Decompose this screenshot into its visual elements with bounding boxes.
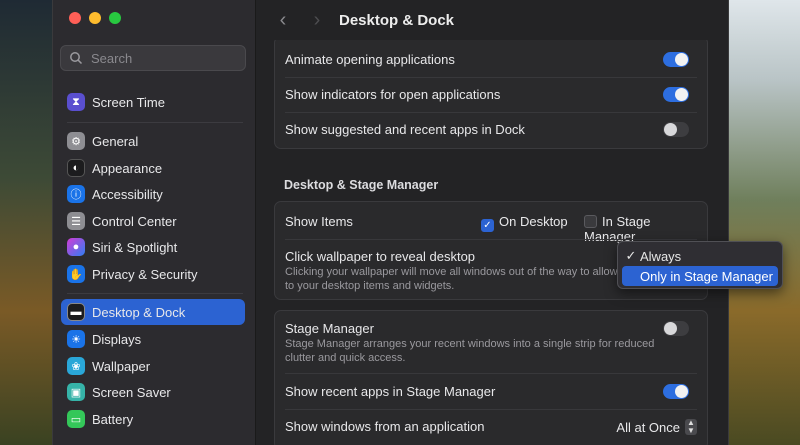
show-windows-popup[interactable]: All at Once ▲ ▼	[616, 419, 697, 435]
minimize-button[interactable]	[89, 12, 101, 24]
sidebar-divider	[67, 293, 243, 294]
on-desktop-label: On Desktop	[499, 214, 568, 229]
section-title: Desktop & Stage Manager	[284, 178, 439, 192]
sidebar-item-label: Appearance	[92, 160, 163, 176]
battery-icon: ▭	[67, 410, 85, 428]
hand-icon: ✋	[67, 265, 85, 283]
sidebar-item-screen-saver[interactable]: ▣ Screen Saver	[61, 379, 245, 405]
click-wallpaper-description: Clicking your wallpaper will move all wi…	[285, 266, 655, 292]
updown-chevron-icon: ▲ ▼	[685, 419, 697, 435]
search-icon	[70, 52, 83, 65]
accessibility-icon: ⓘ	[67, 185, 85, 203]
sidebar-item-label: Battery	[92, 411, 134, 427]
back-chevron-icon[interactable]: ‹	[271, 9, 295, 32]
show-suggested-label: Show suggested and recent apps in Dock	[285, 122, 525, 137]
desktop-wallpaper-right	[727, 0, 800, 445]
gear-icon: ⚙	[67, 132, 85, 150]
sidebar-item-label: Privacy & Security	[92, 266, 198, 282]
sidebar-item-label: Screen Time	[92, 94, 165, 110]
sidebar-item-general[interactable]: ⚙ General	[61, 128, 245, 154]
sidebar-item-label: Wallpaper	[92, 358, 151, 374]
forward-chevron-icon[interactable]: ›	[305, 9, 329, 32]
show-suggested-toggle[interactable]	[663, 122, 689, 137]
on-desktop-checkbox[interactable]: ✓ On Desktop	[481, 214, 568, 232]
stage-manager-card: Stage Manager Stage Manager arranges you…	[274, 310, 708, 445]
sun-icon: ☀	[67, 330, 85, 348]
sidebar-item-privacy-security[interactable]: ✋ Privacy & Security	[61, 261, 245, 287]
dock-settings-card: Animate opening applications Show indica…	[274, 40, 708, 149]
search-field[interactable]	[60, 45, 246, 71]
menu-item-label: Always	[640, 248, 682, 264]
animate-opening-toggle[interactable]	[663, 52, 689, 67]
show-items-label: Show Items	[285, 214, 353, 229]
sidebar: ⧗ Screen Time ⚙ General ◐ Appearance ⓘ A…	[53, 0, 256, 445]
show-windows-value: All at Once	[616, 419, 680, 435]
siri-icon: ●	[67, 238, 85, 256]
sidebar-item-displays[interactable]: ☀ Displays	[61, 326, 245, 352]
toolbar: ‹ › Desktop & Dock	[256, 0, 728, 40]
stage-manager-description: Stage Manager arranges your recent windo…	[285, 338, 655, 364]
page-title: Desktop & Dock	[339, 11, 455, 29]
sidebar-item-siri-spotlight[interactable]: ● Siri & Spotlight	[61, 234, 245, 260]
sidebar-item-label: Screen Saver	[92, 384, 171, 400]
settings-window: ⧗ Screen Time ⚙ General ◐ Appearance ⓘ A…	[52, 0, 729, 445]
show-recent-apps-label: Show recent apps in Stage Manager	[285, 384, 496, 399]
dock-icon: ▬	[67, 303, 85, 321]
row-divider	[285, 77, 697, 78]
sidebar-item-control-center[interactable]: ☰ Control Center	[61, 208, 245, 234]
sidebar-item-battery[interactable]: ▭ Battery	[61, 406, 245, 432]
menu-item-only-in-stage-manager[interactable]: Only in Stage Manager	[622, 266, 778, 286]
click-wallpaper-label: Click wallpaper to reveal desktop	[285, 249, 476, 264]
appearance-icon: ◐	[67, 159, 85, 177]
sidebar-item-accessibility[interactable]: ⓘ Accessibility	[61, 181, 245, 207]
sidebar-item-wallpaper[interactable]: ❀ Wallpaper	[61, 353, 245, 379]
stage-manager-toggle[interactable]	[663, 321, 689, 336]
sidebar-item-label: Siri & Spotlight	[92, 239, 178, 255]
checkmark-icon: ✓	[625, 248, 637, 263]
window-controls	[69, 12, 121, 24]
menu-item-label: Only in Stage Manager	[640, 268, 773, 284]
stage-manager-label: Stage Manager	[285, 321, 374, 336]
sidebar-divider	[67, 122, 243, 123]
zoom-button[interactable]	[109, 12, 121, 24]
sidebar-item-label: Accessibility	[92, 186, 163, 202]
row-divider	[285, 373, 697, 374]
sidebar-item-appearance[interactable]: ◐ Appearance	[61, 155, 245, 181]
row-divider	[285, 112, 697, 113]
sidebar-item-label: Displays	[92, 331, 142, 347]
show-indicators-label: Show indicators for open applications	[285, 87, 501, 102]
search-input[interactable]	[89, 49, 243, 67]
show-windows-label: Show windows from an application	[285, 419, 485, 434]
animate-opening-label: Animate opening applications	[285, 52, 455, 67]
screen-saver-icon: ▣	[67, 383, 85, 401]
sidebar-item-label: Control Center	[92, 213, 177, 229]
menu-item-always[interactable]: ✓ Always	[622, 246, 778, 266]
row-divider	[285, 409, 697, 410]
sidebar-item-label: General	[92, 133, 139, 149]
sidebar-item-label: Desktop & Dock	[92, 304, 186, 320]
wallpaper-icon: ❀	[67, 357, 85, 375]
desktop-wallpaper-left	[0, 0, 52, 445]
control-center-icon: ☰	[67, 212, 85, 230]
show-indicators-toggle[interactable]	[663, 87, 689, 102]
row-divider	[285, 239, 697, 240]
close-button[interactable]	[69, 12, 81, 24]
sidebar-item-desktop-dock[interactable]: ▬ Desktop & Dock	[61, 299, 245, 325]
hourglass-icon: ⧗	[67, 93, 85, 111]
checkmark-icon: ✓	[481, 219, 494, 232]
show-recent-apps-toggle[interactable]	[663, 384, 689, 399]
checkbox-box	[584, 215, 597, 228]
sidebar-item-screen-time[interactable]: ⧗ Screen Time	[61, 89, 245, 115]
click-wallpaper-menu: ✓ Always Only in Stage Manager	[617, 241, 783, 289]
